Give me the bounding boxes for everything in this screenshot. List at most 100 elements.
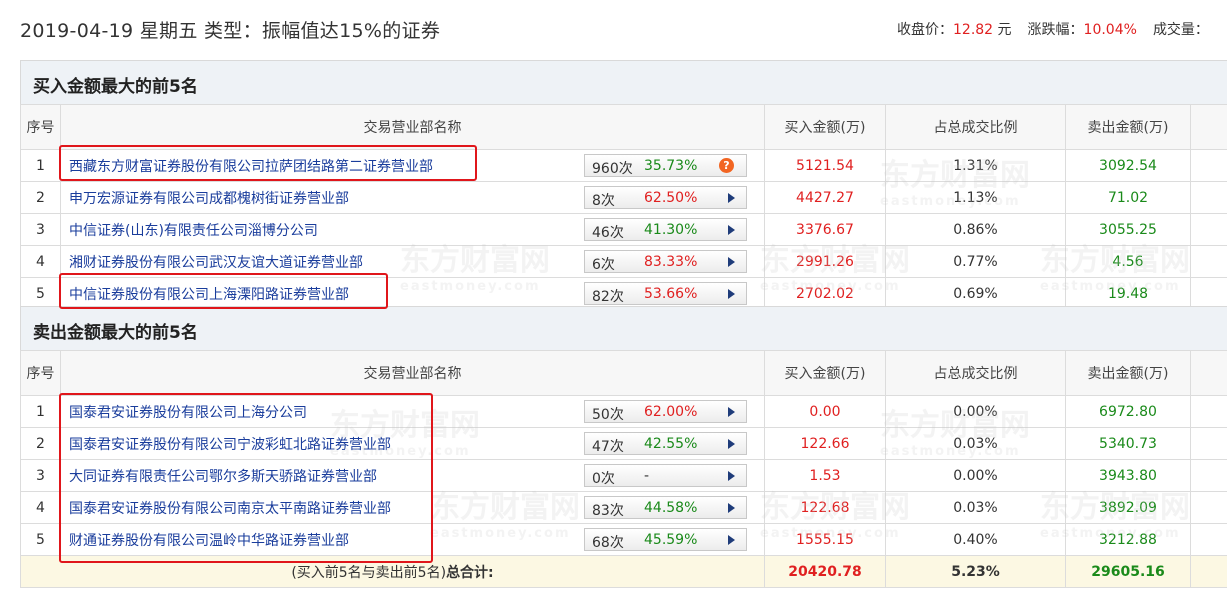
sell-amount: 6972.80 [1065, 395, 1191, 428]
table-row: 4 湘财证券股份有限公司武汉友谊大道证券营业部 6次 83.33% 2991.26 0.7… [20, 245, 1227, 278]
success-rate: - [644, 468, 650, 484]
row-extra [1190, 427, 1227, 460]
col-index: 序号 [20, 350, 61, 396]
col-branch-name: 交易营业部名称 [60, 350, 765, 396]
sell-amount: 3943.80 [1065, 459, 1191, 492]
branch-name-link[interactable]: 申万宏源证券有限公司成都槐树街证券营业部 [69, 188, 349, 208]
branch-cell: 国泰君安证券股份有限公司宁波彩虹北路证券营业部 47次 42.55% [60, 427, 765, 460]
col-sell-amount: 卖出金额(万) [1065, 104, 1191, 150]
branch-stats-button[interactable]: 8次 62.50% [584, 186, 747, 209]
col-buy-amount: 买入金额(万) [764, 350, 886, 396]
table-row: 2 申万宏源证券有限公司成都槐树街证券营业部 8次 62.50% 4427.27 1.13… [20, 181, 1227, 214]
branch-cell: 中信证券(山东)有限责任公司淄博分公司 46次 41.30% [60, 213, 765, 246]
success-rate: 53.66% [644, 286, 698, 302]
volume-label: 成交量： [1152, 22, 1209, 38]
branch-stats-button[interactable]: 46次 41.30% [584, 218, 747, 241]
ratio: 0.86% [885, 213, 1066, 246]
sell-amount: 3092.54 [1065, 149, 1191, 182]
trade-count: 8次 [592, 193, 615, 209]
col-extra [1190, 104, 1227, 150]
branch-name-link[interactable]: 湘财证券股份有限公司武汉友谊大道证券营业部 [69, 252, 363, 272]
row-extra [1190, 523, 1227, 556]
total-ratio: 5.23% [885, 555, 1066, 588]
row-index: 4 [20, 245, 61, 278]
ratio: 0.40% [885, 523, 1066, 556]
branch-name-link[interactable]: 国泰君安证券股份有限公司上海分公司 [69, 402, 307, 422]
ratio: 0.77% [885, 245, 1066, 278]
sell-amount: 3212.88 [1065, 523, 1191, 556]
success-rate: 62.50% [644, 190, 698, 206]
buy-amount: 1.53 [764, 459, 886, 492]
buy-section-title: 买入金额最大的前5名 [33, 77, 198, 97]
success-rate: 45.59% [644, 532, 698, 548]
trade-count: 47次 [592, 439, 624, 455]
table-row: 4 国泰君安证券股份有限公司南京太平南路证券营业部 83次 44.58% 122.68 0… [20, 491, 1227, 524]
table-row: 5 财通证券股份有限公司温岭中华路证券营业部 68次 45.59% 1555.15 0.4… [20, 523, 1227, 556]
branch-stats-button[interactable]: 47次 42.55% [584, 432, 747, 455]
branch-stats-button[interactable]: 960次 35.73%? [584, 154, 747, 177]
trade-count: 46次 [592, 225, 624, 241]
ratio: 0.03% [885, 491, 1066, 524]
row-index: 2 [20, 427, 61, 460]
col-extra [1190, 350, 1227, 396]
buy-amount: 5121.54 [764, 149, 886, 182]
sell-amount: 19.48 [1065, 277, 1191, 310]
branch-stats-button[interactable]: 68次 45.59% [584, 528, 747, 551]
trade-count: 0次 [592, 471, 615, 487]
branch-name-link[interactable]: 国泰君安证券股份有限公司南京太平南路证券营业部 [69, 498, 391, 518]
sell-table-header: 序号 交易营业部名称 买入金额(万) 占总成交比例 卖出金额(万) [20, 350, 1227, 396]
row-index: 5 [20, 523, 61, 556]
branch-cell: 财通证券股份有限公司温岭中华路证券营业部 68次 45.59% [60, 523, 765, 556]
success-rate: 62.00% [644, 404, 698, 420]
branch-stats-button[interactable]: 50次 62.00% [584, 400, 747, 423]
question-icon[interactable]: ? [719, 158, 734, 173]
arrow-right-icon[interactable] [728, 535, 735, 545]
ratio: 0.00% [885, 395, 1066, 428]
branch-cell: 湘财证券股份有限公司武汉友谊大道证券营业部 6次 83.33% [60, 245, 765, 278]
buy-amount: 1555.15 [764, 523, 886, 556]
branch-name-link[interactable]: 财通证券股份有限公司温岭中华路证券营业部 [69, 530, 349, 550]
branch-cell: 西藏东方财富证券股份有限公司拉萨团结路第二证券营业部 960次 35.73%? [60, 149, 765, 182]
arrow-right-icon[interactable] [728, 257, 735, 267]
branch-stats-button[interactable]: 82次 53.66% [584, 282, 747, 305]
sell-amount: 5340.73 [1065, 427, 1191, 460]
sell-section-header: 卖出金额最大的前5名 [20, 306, 1227, 350]
branch-name-link[interactable]: 大同证券有限责任公司鄂尔多斯天骄路证券营业部 [69, 466, 377, 486]
sell-amount: 3892.09 [1065, 491, 1191, 524]
branch-name-link[interactable]: 中信证券(山东)有限责任公司淄博分公司 [69, 220, 318, 240]
ratio: 0.00% [885, 459, 1066, 492]
row-index: 1 [20, 149, 61, 182]
row-index: 3 [20, 213, 61, 246]
branch-name-link[interactable]: 国泰君安证券股份有限公司宁波彩虹北路证券营业部 [69, 434, 391, 454]
branch-stats-button[interactable]: 6次 83.33% [584, 250, 747, 273]
row-extra [1190, 181, 1227, 214]
row-extra [1190, 459, 1227, 492]
arrow-right-icon[interactable] [728, 503, 735, 513]
branch-stats-button[interactable]: 83次 44.58% [584, 496, 747, 519]
arrow-right-icon[interactable] [728, 289, 735, 299]
col-branch-name: 交易营业部名称 [60, 104, 765, 150]
col-ratio: 占总成交比例 [885, 104, 1066, 150]
branch-name-link[interactable]: 西藏东方财富证券股份有限公司拉萨团结路第二证券营业部 [69, 156, 433, 176]
arrow-right-icon[interactable] [728, 439, 735, 449]
branch-stats-button[interactable]: 0次 - [584, 464, 747, 487]
row-extra [1190, 149, 1227, 182]
col-ratio: 占总成交比例 [885, 350, 1066, 396]
arrow-right-icon[interactable] [728, 471, 735, 481]
col-index: 序号 [20, 104, 61, 150]
table-row: 5 中信证券股份有限公司上海溧阳路证券营业部 82次 53.66% 2702.02 0.6… [20, 277, 1227, 310]
arrow-right-icon[interactable] [728, 225, 735, 235]
ratio: 0.03% [885, 427, 1066, 460]
buy-amount: 0.00 [764, 395, 886, 428]
total-buy-amount: 20420.78 [764, 555, 886, 588]
branch-name-link[interactable]: 中信证券股份有限公司上海溧阳路证券营业部 [69, 284, 349, 304]
trade-count: 960次 [592, 161, 633, 177]
buy-amount: 4427.27 [764, 181, 886, 214]
success-rate: 35.73% [644, 158, 698, 174]
buy-amount: 2702.02 [764, 277, 886, 310]
buy-section-header: 买入金额最大的前5名 [20, 60, 1227, 104]
arrow-right-icon[interactable] [728, 407, 735, 417]
close-label: 收盘价： [897, 22, 953, 38]
arrow-right-icon[interactable] [728, 193, 735, 203]
table-row: 1 国泰君安证券股份有限公司上海分公司 50次 62.00% 0.00 0.00% 6972… [20, 395, 1227, 428]
